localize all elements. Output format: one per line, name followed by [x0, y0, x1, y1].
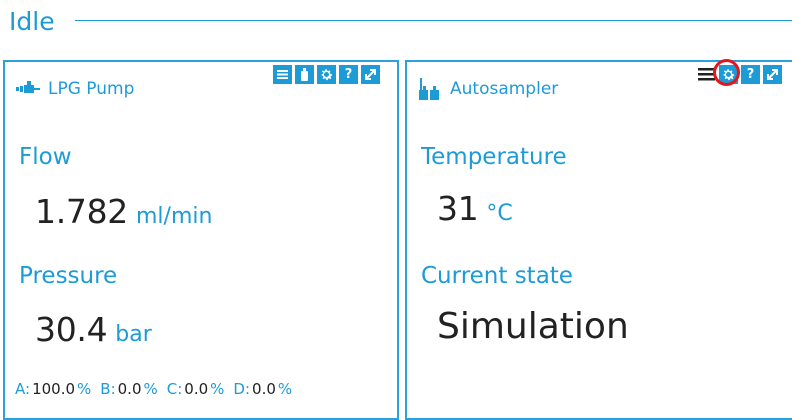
temperature-label: Temperature — [421, 144, 567, 170]
bottle-icon — [301, 68, 308, 81]
composition-a-key: A: — [15, 380, 31, 398]
composition-d-unit: % — [277, 380, 293, 398]
solvent-composition: A: 100.0 % B: 0.0 % C: 0.0 % D: 0.0 % — [15, 380, 292, 398]
pressure-readout: 30.4 bar — [35, 310, 152, 349]
pressure-unit: bar — [115, 322, 152, 347]
pump-help-button[interactable]: ? — [339, 65, 358, 84]
autosampler-expand-button[interactable] — [763, 65, 782, 84]
flow-unit: ml/min — [135, 204, 213, 229]
composition-a: A: 100.0 % — [15, 380, 91, 398]
composition-b-unit: % — [143, 380, 158, 398]
section-divider — [75, 20, 792, 21]
menu-icon — [698, 68, 715, 81]
pump-menu-button[interactable] — [273, 65, 292, 84]
flow-value: 1.782 — [35, 192, 128, 231]
pump-panel-header: LPG Pump — [15, 76, 134, 102]
pump-panel-title: LPG Pump — [48, 79, 135, 99]
composition-b-value: 0.0 — [117, 380, 142, 398]
composition-b-key: B: — [100, 380, 116, 398]
pump-toolbar: ? — [273, 65, 380, 84]
composition-a-unit: % — [77, 380, 92, 398]
expand-icon — [767, 69, 778, 80]
current-state-value: Simulation — [437, 306, 629, 347]
composition-c-unit: % — [210, 380, 225, 398]
pump-panel: LPG Pump ? Flow 1.782 ml/min Pressure 30… — [3, 60, 399, 420]
pressure-value: 30.4 — [35, 310, 108, 349]
gear-icon — [723, 69, 735, 81]
help-icon: ? — [746, 67, 755, 82]
temperature-value: 31 — [437, 189, 479, 228]
autosampler-panel-title: Autosampler — [450, 79, 559, 99]
gear-icon — [321, 69, 333, 81]
composition-c-value: 0.0 — [184, 380, 209, 398]
menu-icon — [277, 70, 288, 79]
autosampler-icon — [419, 78, 439, 100]
pressure-label: Pressure — [19, 263, 118, 289]
autosampler-help-button[interactable]: ? — [741, 65, 760, 84]
pump-bottle-button[interactable] — [295, 65, 314, 84]
autosampler-menu-button[interactable] — [697, 65, 716, 84]
section-title: Idle — [9, 7, 55, 36]
composition-b: B: 0.0 % — [100, 380, 157, 398]
composition-d: D: 0.0 % — [233, 380, 292, 398]
temperature-unit: °C — [486, 201, 513, 226]
composition-c-key: C: — [166, 380, 183, 398]
help-icon: ? — [344, 67, 353, 82]
current-state-readout: Simulation — [437, 306, 629, 347]
autosampler-panel: Autosampler ? Temperature 31 °C Current … — [405, 59, 792, 420]
flow-label: Flow — [19, 144, 72, 170]
autosampler-settings-button[interactable] — [713, 59, 740, 86]
expand-icon — [365, 69, 376, 80]
composition-a-value: 100.0 — [32, 380, 76, 398]
composition-d-key: D: — [233, 380, 251, 398]
pump-settings-button[interactable] — [317, 65, 336, 84]
current-state-label: Current state — [421, 263, 573, 289]
flow-readout: 1.782 ml/min — [35, 192, 212, 231]
autosampler-toolbar: ? — [697, 59, 782, 86]
temperature-readout: 31 °C — [437, 189, 513, 228]
composition-c: C: 0.0 % — [167, 380, 225, 398]
composition-d-value: 0.0 — [252, 380, 276, 398]
pump-expand-button[interactable] — [361, 65, 380, 84]
autosampler-panel-header: Autosampler — [417, 76, 558, 102]
pump-icon — [16, 81, 40, 93]
